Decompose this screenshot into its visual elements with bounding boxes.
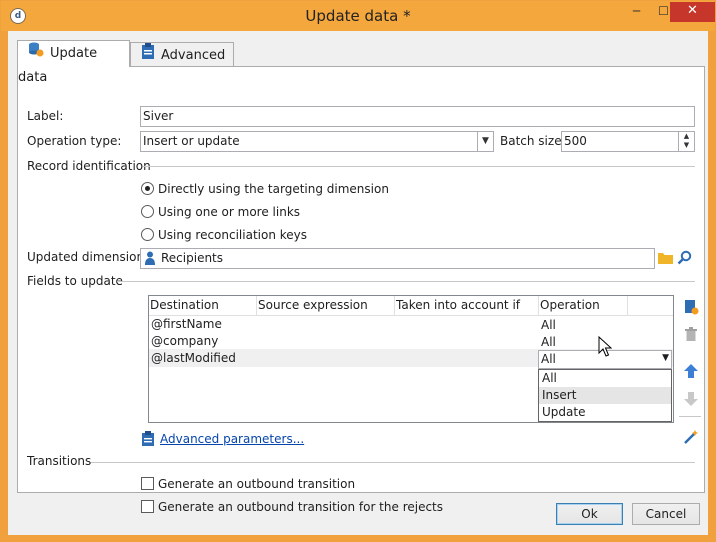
divider [143, 166, 695, 167]
close-button[interactable]: ✕ [670, 2, 715, 22]
updated-dimension-field[interactable]: Recipients [140, 248, 655, 269]
dialog-window: d Update data * ─ ☐ ✕ Update data Advanc… [0, 0, 716, 542]
checkbox-reject-transition[interactable] [141, 500, 154, 513]
person-icon [145, 251, 155, 271]
database-sync-icon [28, 41, 44, 66]
operation-dropdown-list[interactable]: All Insert Update [538, 369, 672, 422]
batch-size-value: 500 [564, 134, 587, 148]
radio-label: Using one or more links [158, 205, 301, 219]
table-row[interactable]: @firstName [150, 316, 222, 333]
operation-type-select[interactable]: Insert or update ▼ [140, 131, 494, 152]
operation-type-value: Insert or update [143, 134, 240, 148]
toolbar-divider [679, 416, 701, 417]
dialog-client: Update data Advanced Label: Siver Operat… [8, 31, 708, 535]
clipboard-icon [141, 43, 155, 68]
column-header-filler [628, 296, 673, 316]
minimize-button[interactable]: ─ [623, 2, 650, 22]
record-identification-heading: Record identification [27, 159, 151, 173]
checkbox-label: Generate an outbound transition for the … [158, 500, 444, 514]
spin-up-icon[interactable]: ▲ [679, 132, 694, 141]
operation-type-caption: Operation type: [27, 134, 122, 148]
operation-cell[interactable]: All [540, 317, 556, 334]
dropdown-option-all[interactable]: All [539, 370, 671, 387]
search-icon[interactable] [677, 250, 692, 268]
magic-wand-icon[interactable] [683, 429, 699, 445]
transitions-heading: Transitions [27, 454, 92, 468]
ok-button[interactable]: Ok [556, 503, 623, 525]
radio-label: Directly using the targeting dimension [158, 182, 389, 196]
batch-size-caption: Batch size: [500, 134, 566, 148]
operation-dropdown-value: All [541, 352, 556, 366]
divider [91, 462, 695, 463]
clipboard-icon [142, 431, 154, 449]
table-row[interactable]: @lastModified [150, 350, 236, 367]
window-title: Update data * [305, 7, 411, 25]
advanced-parameters-link[interactable]: Advanced parameters... [160, 432, 304, 446]
column-header-condition[interactable]: Taken into account if [395, 296, 539, 316]
table-row[interactable]: @company [150, 333, 218, 350]
radio-targeting-dimension[interactable] [141, 182, 154, 195]
tab-update-data[interactable]: Update data [17, 40, 130, 85]
divider [117, 281, 695, 282]
tab-panel: Label: Siver Operation type: Insert or u… [17, 66, 705, 514]
trash-icon[interactable] [683, 326, 699, 342]
chevron-down-icon[interactable]: ▼ [662, 353, 669, 363]
spin-down-icon[interactable]: ▼ [679, 141, 694, 150]
add-field-icon[interactable] [683, 299, 699, 315]
radio-label: Using reconciliation keys [158, 228, 308, 242]
label-input[interactable]: Siver [140, 106, 695, 127]
dropdown-option-update[interactable]: Update [539, 404, 671, 421]
title-bar[interactable]: d Update data * ─ ☐ ✕ [1, 1, 715, 31]
checkbox-outbound-transition[interactable] [141, 477, 154, 490]
radio-links[interactable] [141, 205, 154, 218]
move-up-icon[interactable] [683, 363, 699, 379]
move-down-icon[interactable] [683, 391, 699, 407]
batch-size-spinner[interactable]: 500 ▲ ▼ [561, 131, 695, 152]
updated-dimension-value: Recipients [161, 251, 224, 265]
column-header-operation[interactable]: Operation [539, 296, 628, 316]
fields-table[interactable]: Destination Source expression Taken into… [148, 295, 674, 423]
tab-advanced[interactable]: Advanced [130, 42, 234, 66]
fields-to-update-heading: Fields to update [27, 274, 123, 288]
cancel-button[interactable]: Cancel [632, 503, 700, 525]
spinner-buttons[interactable]: ▲ ▼ [678, 132, 694, 151]
checkbox-label: Generate an outbound transition [158, 477, 356, 491]
radio-reconciliation-keys[interactable] [141, 228, 154, 241]
dropdown-option-insert[interactable]: Insert [539, 387, 671, 404]
updated-dimension-caption: Updated dimension: [27, 250, 149, 264]
column-header-destination[interactable]: Destination [149, 296, 257, 316]
label-caption: Label: [27, 109, 64, 123]
column-header-source[interactable]: Source expression [257, 296, 395, 316]
mouse-cursor-icon [598, 335, 613, 361]
chevron-down-icon[interactable]: ▼ [477, 132, 493, 151]
tab-label: Advanced [161, 48, 226, 63]
folder-icon[interactable] [658, 251, 673, 267]
